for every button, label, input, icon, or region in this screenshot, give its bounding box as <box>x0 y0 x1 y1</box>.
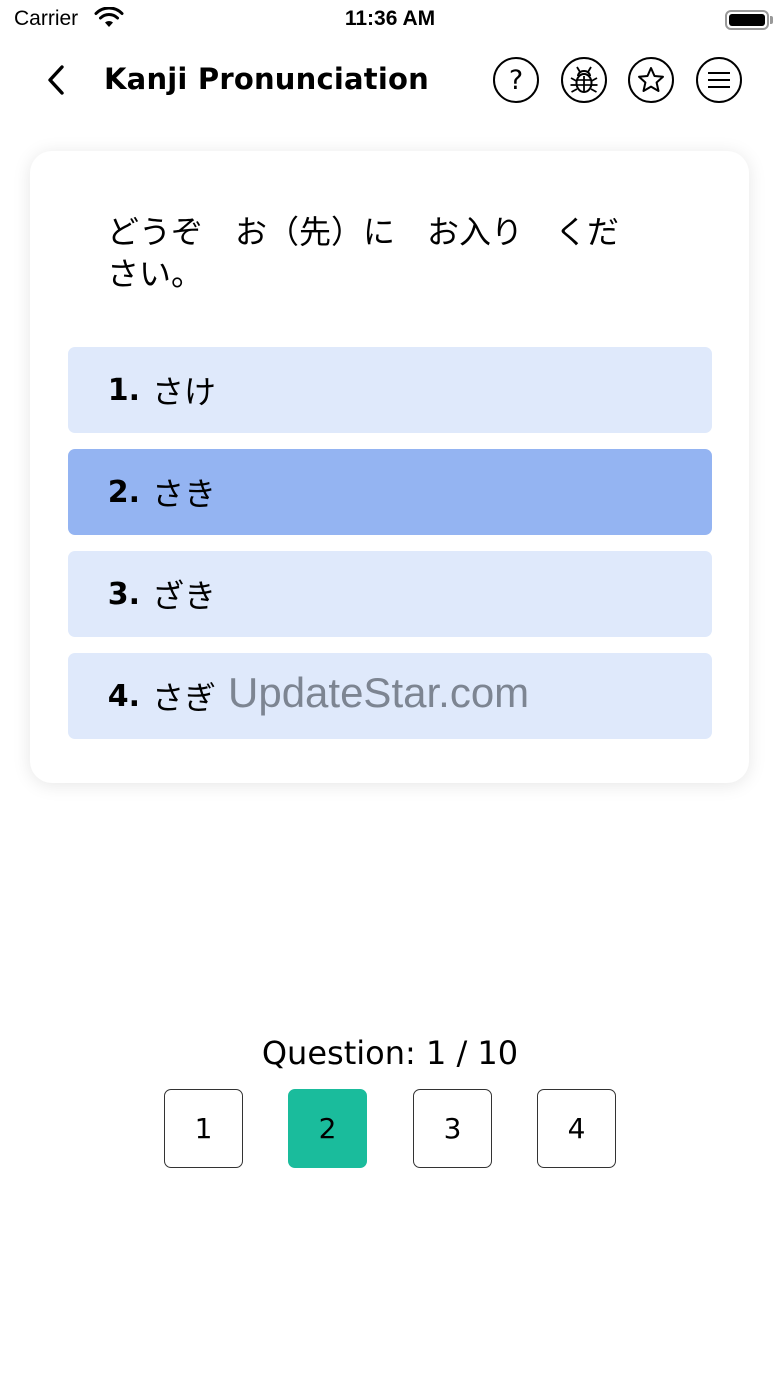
option-number: 2. <box>107 474 140 510</box>
bug-icon <box>570 66 598 93</box>
watermark-text: UpdateStar.com <box>228 669 530 716</box>
option-text: ざき <box>152 577 217 615</box>
answer-option-1[interactable]: 1. さけ <box>68 347 712 433</box>
help-button[interactable]: ? <box>493 57 539 103</box>
answer-option-2[interactable]: 2. さき <box>68 449 712 535</box>
page-button-3[interactable]: 3 <box>413 1089 492 1168</box>
answer-option-3[interactable]: 3. ざき <box>68 551 712 637</box>
status-time: 11:36 AM <box>344 7 436 30</box>
answer-option-4[interactable]: 4. さぎ UpdateStar.com <box>68 653 712 739</box>
battery-cap <box>770 16 773 24</box>
status-bar: Carrier 11:36 AM <box>0 0 780 40</box>
chevron-left-icon <box>48 65 64 95</box>
menu-button[interactable] <box>696 57 742 103</box>
page-button-4[interactable]: 4 <box>537 1089 616 1168</box>
back-button[interactable] <box>34 58 78 102</box>
question-text: どうぞ お（先）に お入り ください。 <box>107 213 620 293</box>
option-number: 3. <box>107 576 140 612</box>
page-button-2[interactable]: 2 <box>288 1089 367 1168</box>
option-text: さき <box>152 475 217 513</box>
battery-icon <box>725 10 769 30</box>
page-button-1[interactable]: 1 <box>164 1089 243 1168</box>
option-text: さぎ <box>152 679 217 717</box>
question-card: どうぞ お（先）に お入り ください。 1. さけ 2. さき 3. ざき 4.… <box>30 151 749 783</box>
report-bug-button[interactable] <box>561 57 607 103</box>
option-text: さけ <box>152 373 217 411</box>
favorite-button[interactable] <box>628 57 674 103</box>
option-number: 1. <box>107 372 140 408</box>
menu-icon <box>708 72 730 88</box>
help-icon: ? <box>508 64 524 96</box>
option-number: 4. <box>107 678 140 714</box>
page-title: Kanji Pronunciation <box>104 62 429 96</box>
nav-bar: Kanji Pronunciation ? <box>0 48 780 112</box>
question-counter: Question: 1 / 10 <box>261 1034 519 1072</box>
star-icon <box>638 67 664 92</box>
